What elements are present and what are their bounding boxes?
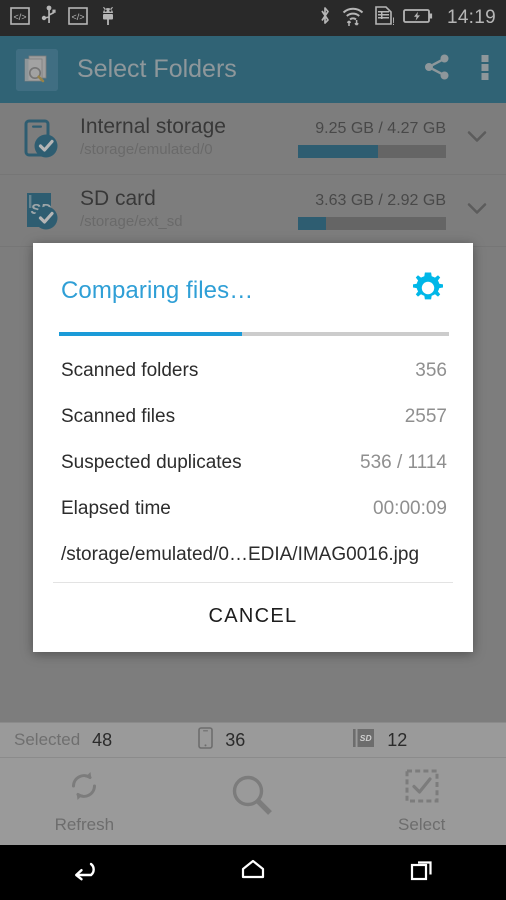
storage-usage: 3.63 GB / 2.92 GB xyxy=(298,192,452,230)
bluetooth-icon xyxy=(318,5,332,32)
select-all-icon xyxy=(404,768,440,809)
android-nav-bar xyxy=(0,845,506,900)
stat-label: Scanned files xyxy=(61,406,176,427)
selected-phone-count: 36 xyxy=(225,729,246,750)
stat-label: Suspected duplicates xyxy=(61,452,242,473)
selected-total-count: 48 xyxy=(92,729,113,750)
svg-text:!: ! xyxy=(392,16,394,27)
selected-summary-bar: Selected 48 36 SD 12 xyxy=(0,722,506,758)
stat-value: 356 xyxy=(415,360,447,381)
stat-row-elapsed-time: Elapsed time 00:00:09 xyxy=(61,486,447,532)
stat-value: 2557 xyxy=(404,406,447,427)
selected-label: Selected xyxy=(14,730,81,749)
overflow-menu-button[interactable] xyxy=(480,52,490,87)
storage-usage-bar xyxy=(298,144,446,158)
selected-total-group: Selected 48 xyxy=(0,730,112,751)
storage-usage: 9.25 GB / 4.27 GB xyxy=(298,120,452,158)
more-vert-icon xyxy=(480,52,490,87)
storage-row-internal[interactable]: Internal storage /storage/emulated/0 9.2… xyxy=(0,103,506,175)
status-bar-left-icons: </> </> xyxy=(10,5,117,32)
share-icon xyxy=(422,52,452,87)
storage-size: 3.63 GB / 2.92 GB xyxy=(315,191,446,209)
page-title: Select Folders xyxy=(77,55,237,83)
dialog-title: Comparing files… xyxy=(61,276,254,304)
cancel-button[interactable]: CANCEL xyxy=(33,583,473,652)
nav-home-button[interactable] xyxy=(169,856,338,889)
svg-text:</>: </> xyxy=(13,12,26,22)
svg-text:SD: SD xyxy=(360,733,372,743)
back-icon xyxy=(69,855,99,890)
status-bar-right-icons: ! 14:19 xyxy=(318,5,496,32)
phone-checked-icon xyxy=(18,116,64,162)
select-label: Select xyxy=(398,815,446,834)
stat-row-scanned-folders: Scanned folders 356 xyxy=(61,348,447,394)
app-bar: Select Folders xyxy=(0,36,506,103)
android-screen: </> </> 14:19 Select Folders Internal st… xyxy=(0,0,506,900)
app-bar-actions xyxy=(422,52,490,87)
sim-card-alert-icon: ! xyxy=(374,5,395,32)
settings-gear-icon xyxy=(409,272,447,311)
sd-card-icon: SD xyxy=(353,728,375,753)
svg-text:</>: </> xyxy=(71,12,84,22)
selected-sdcard-count: 12 xyxy=(387,729,408,750)
refresh-icon xyxy=(66,768,102,809)
code-notification-icon: </> xyxy=(68,6,88,31)
status-bar-clock: 14:19 xyxy=(446,7,496,28)
recents-icon xyxy=(408,856,436,889)
storage-path: /storage/ext_sd xyxy=(80,213,183,231)
usb-icon xyxy=(41,5,57,32)
selected-sdcard-group: SD 12 xyxy=(353,728,407,753)
share-button[interactable] xyxy=(422,52,452,87)
stat-label: Scanned folders xyxy=(61,360,199,381)
current-file-path: /storage/emulated/0…EDIA/IMAG0016.jpg xyxy=(61,544,420,565)
bottom-toolbar: Refresh Select xyxy=(0,758,506,845)
phone-icon xyxy=(198,726,214,754)
storage-size: 9.25 GB / 4.27 GB xyxy=(315,119,446,137)
comparing-files-dialog: Comparing files… Scanned folders 356 Sca… xyxy=(33,243,473,652)
stat-value: 00:00:09 xyxy=(373,498,447,519)
sd-card-checked-icon: SD xyxy=(18,188,64,234)
wifi-icon xyxy=(341,5,365,32)
settings-gear-button[interactable] xyxy=(409,269,447,312)
dialog-progress-bar xyxy=(59,332,449,336)
dialog-header: Comparing files… xyxy=(33,243,473,312)
storage-name: Internal storage xyxy=(80,115,226,139)
home-icon xyxy=(238,856,268,889)
documents-search-icon xyxy=(16,48,58,91)
chevron-down-icon[interactable] xyxy=(462,193,492,228)
storage-usage-bar xyxy=(298,216,446,230)
search-icon xyxy=(227,770,279,827)
search-button[interactable] xyxy=(169,770,338,833)
refresh-label: Refresh xyxy=(54,815,115,834)
select-button[interactable]: Select xyxy=(337,768,506,835)
dialog-stats: Scanned folders 356 Scanned files 2557 S… xyxy=(33,336,473,582)
refresh-button[interactable]: Refresh xyxy=(0,768,169,835)
stat-label: Elapsed time xyxy=(61,498,171,519)
stat-value: 536 / 1114 xyxy=(360,452,447,473)
status-bar: </> </> 14:19 xyxy=(0,0,506,36)
storage-texts: SD card /storage/ext_sd xyxy=(80,187,183,234)
storage-texts: Internal storage /storage/emulated/0 xyxy=(80,115,226,162)
stat-row-scanned-files: Scanned files 2557 xyxy=(61,394,447,440)
storage-row-sdcard[interactable]: SD SD card /storage/ext_sd 3.63 GB / 2.9… xyxy=(0,175,506,247)
storage-path: /storage/emulated/0 xyxy=(80,141,213,159)
selected-phone-group: 36 xyxy=(198,726,246,754)
nav-recents-button[interactable] xyxy=(337,856,506,889)
code-notification-icon: </> xyxy=(10,6,30,31)
android-debug-icon xyxy=(99,5,117,32)
stat-row-suspected-duplicates: Suspected duplicates 536 / 1114 xyxy=(61,440,447,486)
storage-name: SD card xyxy=(80,187,156,211)
nav-back-button[interactable] xyxy=(0,855,169,890)
battery-charging-icon xyxy=(403,7,433,30)
chevron-down-icon[interactable] xyxy=(462,121,492,156)
